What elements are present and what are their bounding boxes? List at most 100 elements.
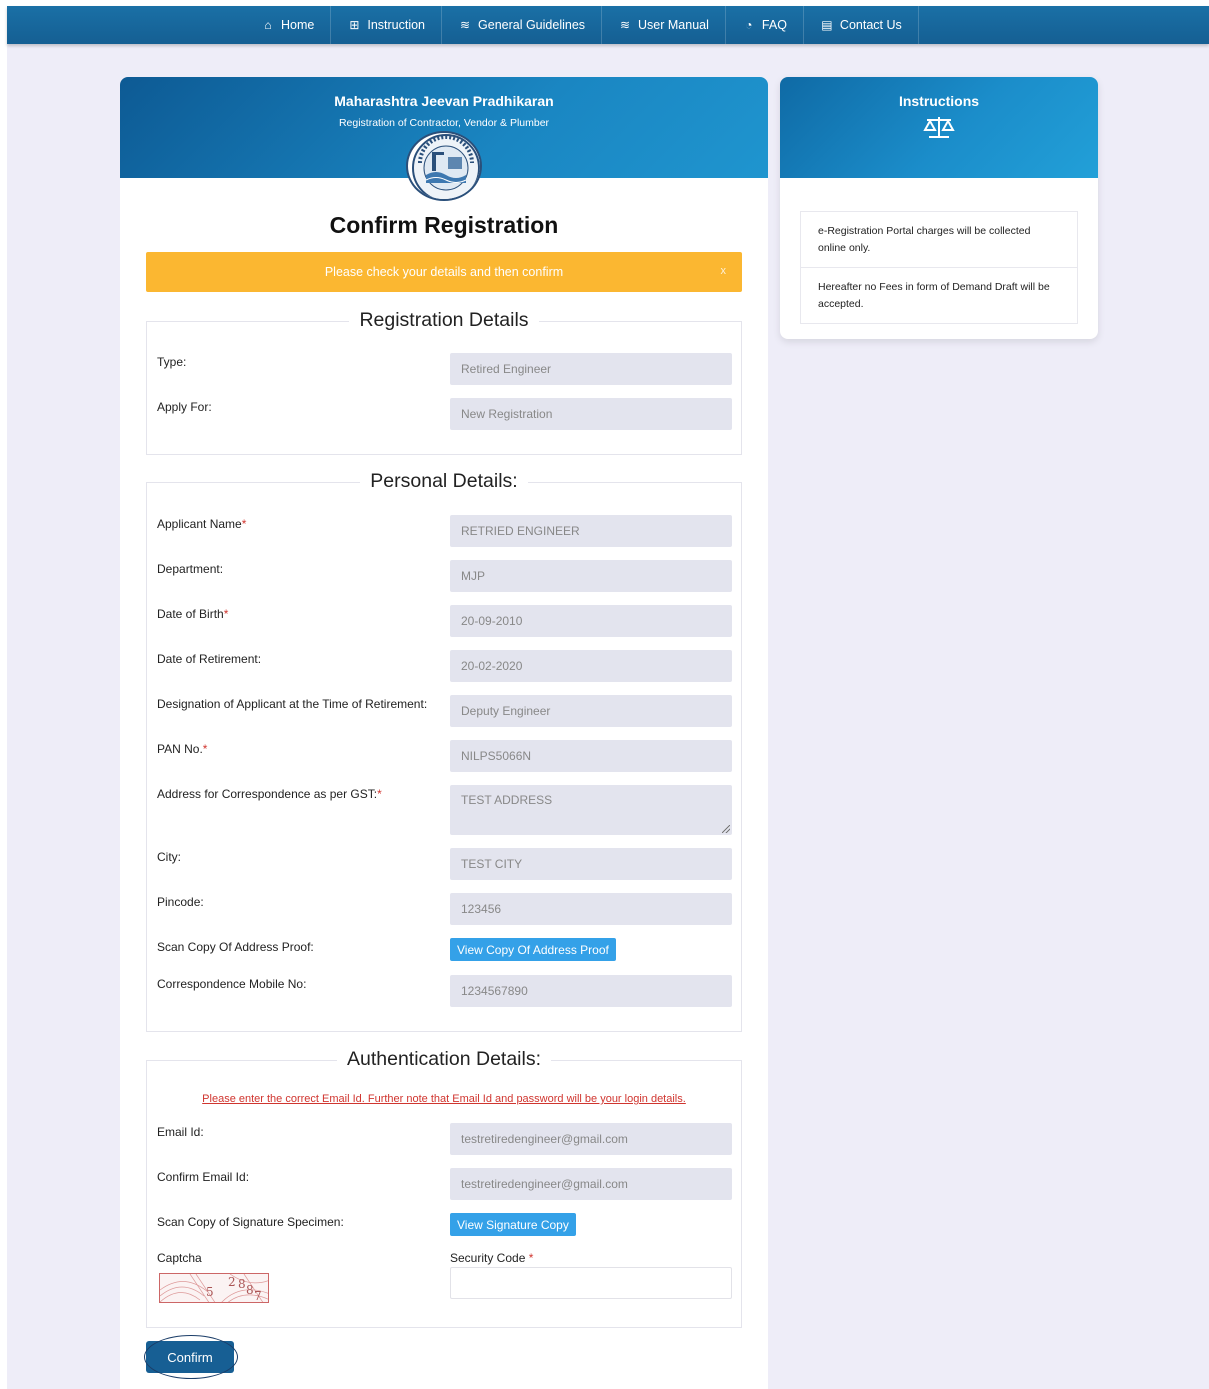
view-address-proof-button[interactable]: View Copy Of Address Proof <box>450 938 616 961</box>
confirm-email-row: Confirm Email Id: testretiredengineer@gm… <box>157 1168 732 1200</box>
nav-user-manual-label: User Manual <box>638 18 709 32</box>
address-proof-label: Scan Copy Of Address Proof: <box>157 940 314 954</box>
svg-text:5: 5 <box>206 1285 214 1299</box>
department-label: Department: <box>157 562 224 576</box>
designation-field[interactable]: Deputy Engineer <box>450 695 732 727</box>
retirement-date-field[interactable]: 20-02-2020 <box>450 650 732 682</box>
address-row: Address for Correspondence as per GST:* … <box>157 785 732 835</box>
nav-general-guidelines[interactable]: ≋ General Guidelines <box>442 6 603 44</box>
portal-subtitle: Registration of Contractor, Vendor & Plu… <box>338 117 550 129</box>
email-warning-link[interactable]: Please enter the correct Email Id. Furth… <box>147 1093 741 1105</box>
layers-icon: ≋ <box>620 18 631 32</box>
pan-label: PAN No. <box>157 742 203 756</box>
address-proof-row: Scan Copy Of Address Proof: View Copy Of… <box>157 938 731 962</box>
address-textarea[interactable]: TEST ADDRESS <box>450 785 732 835</box>
svg-text:2: 2 <box>228 1275 236 1289</box>
pan-row: PAN No.* NILPS5066N <box>157 740 732 772</box>
applicant-name-row: Applicant Name* RETRIED ENGINEER <box>157 515 732 547</box>
dob-row: Date of Birth* 20-09-2010 <box>157 605 732 637</box>
scale-icon <box>922 115 956 144</box>
designation-label: Designation of Applicant at the Time of … <box>157 697 428 711</box>
grid-icon: ⊞ <box>349 18 360 32</box>
instructions-header: Instructions <box>780 77 1098 178</box>
required-mark: * <box>377 787 382 801</box>
nav-instruction-label: Instruction <box>367 18 426 32</box>
security-code-label: Security Code <box>450 1251 526 1265</box>
designation-row: Designation of Applicant at the Time of … <box>157 695 732 727</box>
nav-instruction[interactable]: ⊞ Instruction <box>331 6 443 44</box>
alert-banner: Please check your details and then confi… <box>146 252 742 292</box>
svg-text:8: 8 <box>238 1277 246 1291</box>
type-label: Type: <box>157 355 187 369</box>
nav-contact-us-label: Contact Us <box>839 18 902 32</box>
type-row: Type: Retired Engineer <box>157 353 732 385</box>
registration-card: Maharashtra Jeevan Pradhikaran Registrat… <box>120 77 768 1389</box>
department-field[interactable]: MJP <box>450 560 732 592</box>
view-signature-button[interactable]: View Signature Copy <box>450 1213 576 1236</box>
instructions-list: e-Registration Portal charges will be co… <box>800 211 1078 324</box>
city-row: City: TEST CITY <box>157 848 732 880</box>
email-field[interactable]: testretiredengineer@gmail.com <box>450 1123 732 1155</box>
page-title: Confirm Registration <box>329 212 559 238</box>
mobile-field[interactable]: 1234567890 <box>450 975 732 1007</box>
captcha-row: Captcha 52887 Security Code * <box>157 1251 732 1311</box>
nav-home-label: Home <box>281 18 315 32</box>
pie-icon: ◔ <box>745 18 753 32</box>
dob-field[interactable]: 20-09-2010 <box>450 605 732 637</box>
instruction-item: Hereafter no Fees in form of Demand Draf… <box>801 267 1077 323</box>
close-icon[interactable]: x <box>721 265 727 277</box>
section-title-personal: Personal Details: <box>360 470 528 492</box>
layers-icon: ≋ <box>459 18 471 32</box>
type-field[interactable]: Retired Engineer <box>450 353 732 385</box>
home-icon: ⌂ <box>264 18 272 32</box>
nav-user-manual[interactable]: ≋ User Manual <box>602 6 726 44</box>
mobile-label: Correspondence Mobile No: <box>157 977 307 991</box>
registration-details-section: Registration Details Type: Retired Engin… <box>146 309 742 455</box>
pincode-field[interactable]: 123456 <box>450 893 732 925</box>
apply-for-field[interactable]: New Registration <box>450 398 732 430</box>
required-mark: * <box>528 1251 534 1265</box>
required-mark: * <box>202 742 208 756</box>
pincode-row: Pincode: 123456 <box>157 893 732 925</box>
alert-message: Please check your details and then confi… <box>324 265 564 279</box>
applicant-name-label: Applicant Name <box>157 517 242 531</box>
document-icon: ▤ <box>821 18 833 32</box>
org-logo <box>406 131 482 201</box>
address-value: TEST ADDRESS <box>461 793 553 807</box>
confirm-button[interactable]: Confirm <box>146 1341 234 1373</box>
security-code-input[interactable] <box>450 1267 732 1299</box>
org-name: Maharashtra Jeevan Pradhikaran <box>334 93 554 109</box>
apply-for-row: Apply For: New Registration <box>157 398 732 430</box>
nav-home[interactable]: ⌂ Home <box>245 6 332 44</box>
section-title-registration: Registration Details <box>349 309 539 331</box>
retirement-date-row: Date of Retirement: 20-02-2020 <box>157 650 732 682</box>
required-mark: * <box>223 607 229 621</box>
signature-row: Scan Copy of Signature Specimen: View Si… <box>157 1213 731 1237</box>
svg-text:8: 8 <box>246 1283 254 1297</box>
captcha-label: Captcha <box>157 1251 202 1265</box>
apply-for-label: Apply For: <box>157 400 212 414</box>
svg-text:7: 7 <box>254 1289 262 1303</box>
instruction-item: e-Registration Portal charges will be co… <box>818 225 1031 254</box>
resize-grip-icon[interactable] <box>722 825 730 833</box>
city-label: City: <box>157 850 181 864</box>
department-row: Department: MJP <box>157 560 732 592</box>
nav-faq[interactable]: ◔ FAQ <box>726 6 804 44</box>
section-title-authentication: Authentication Details: <box>336 1048 552 1070</box>
pan-field[interactable]: NILPS5066N <box>450 740 732 772</box>
nav-general-guidelines-label: General Guidelines <box>478 18 586 32</box>
email-row: Email Id: testretiredengineer@gmail.com <box>157 1123 732 1155</box>
confirm-email-field[interactable]: testretiredengineer@gmail.com <box>450 1168 732 1200</box>
top-navbar: ⌂ Home ⊞ Instruction ≋ General Guideline… <box>7 6 1209 44</box>
dob-label: Date of Birth <box>157 607 224 621</box>
address-label: Address for Correspondence as per GST: <box>157 787 378 801</box>
confirm-email-label: Confirm Email Id: <box>157 1170 250 1184</box>
nav-contact-us[interactable]: ▤ Contact Us <box>804 6 919 44</box>
instructions-title: Instructions <box>898 93 980 109</box>
retirement-date-label: Date of Retirement: <box>157 652 262 666</box>
nav-faq-label: FAQ <box>761 18 787 32</box>
email-label: Email Id: <box>157 1125 204 1139</box>
applicant-name-field[interactable]: RETRIED ENGINEER <box>450 515 732 547</box>
city-field[interactable]: TEST CITY <box>450 848 732 880</box>
instructions-card: Instructions e-Registration Portal charg… <box>780 77 1098 339</box>
